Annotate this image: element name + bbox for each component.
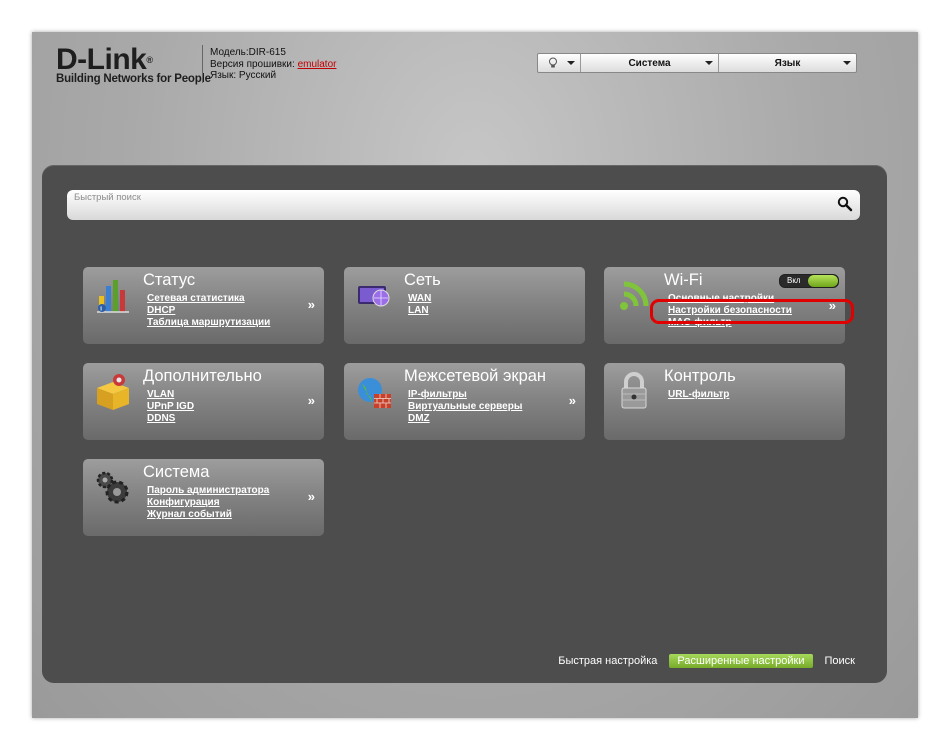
chevron-down-icon bbox=[705, 61, 713, 65]
hints-dropdown[interactable] bbox=[538, 54, 581, 72]
chevron-right-icon[interactable]: » bbox=[569, 393, 576, 408]
link-upnp-igd[interactable]: UPnP IGD bbox=[147, 401, 194, 413]
link-ip-filters[interactable]: IP-фильтры bbox=[408, 389, 522, 401]
tile-system-links: Пароль администратора Конфигурация Журна… bbox=[147, 485, 269, 522]
router-ui-frame: D-Link® Building Networks for People Мод… bbox=[32, 32, 918, 718]
tile-network-links: WAN LAN bbox=[408, 293, 431, 317]
link-admin-password[interactable]: Пароль администратора bbox=[147, 485, 269, 497]
tile-control-title: Контроль bbox=[664, 367, 736, 385]
bottom-nav: Быстрая настройка Расширенные настройки … bbox=[546, 654, 855, 668]
link-event-log[interactable]: Журнал событий bbox=[147, 509, 269, 521]
tile-firewall[interactable]: Межсетевой экран IP-фильтры Виртуальные … bbox=[344, 363, 585, 440]
device-info: Модель:DIR-615 Версия прошивки: emulator… bbox=[210, 47, 336, 82]
quick-setup-link[interactable]: Быстрая настройка bbox=[558, 655, 657, 667]
link-dhcp[interactable]: DHCP bbox=[147, 305, 270, 317]
language-menu-label: Язык bbox=[774, 57, 801, 69]
system-menu[interactable]: Система bbox=[581, 54, 719, 72]
security-settings-highlight bbox=[650, 299, 854, 324]
link-url-filter[interactable]: URL-фильтр bbox=[668, 389, 729, 401]
chevron-down-icon bbox=[567, 61, 575, 65]
lightbulb-icon bbox=[549, 57, 557, 68]
padlock-icon bbox=[621, 372, 647, 409]
system-menu-label: Система bbox=[628, 57, 671, 69]
box-icon bbox=[97, 374, 129, 410]
link-ddns[interactable]: DDNS bbox=[147, 413, 194, 425]
logo-registered-mark: ® bbox=[146, 55, 153, 65]
quick-search-input[interactable]: Быстрый поиск bbox=[67, 190, 860, 220]
wifi-toggle-knob bbox=[808, 275, 838, 287]
tile-firewall-title: Межсетевой экран bbox=[404, 367, 547, 385]
advanced-settings-button[interactable]: Расширенные настройки bbox=[669, 654, 813, 668]
model-label: Модель:DIR-615 bbox=[210, 47, 286, 58]
language-menu[interactable]: Язык bbox=[719, 54, 856, 72]
tile-advanced-links: VLAN UPnP IGD DDNS bbox=[147, 389, 194, 426]
link-network-statistics[interactable]: Сетевая статистика bbox=[147, 293, 270, 305]
chevron-right-icon[interactable]: » bbox=[308, 393, 315, 408]
link-routing-table[interactable]: Таблица маршрутизации bbox=[147, 317, 270, 329]
link-configuration[interactable]: Конфигурация bbox=[147, 497, 269, 509]
header-divider bbox=[202, 45, 203, 83]
tile-wifi[interactable]: Wi-Fi Вкл Основные настройки Настройки б… bbox=[604, 267, 854, 344]
tile-firewall-links: IP-фильтры Виртуальные серверы DMZ bbox=[408, 389, 522, 426]
search-link[interactable]: Поиск bbox=[825, 655, 855, 667]
gears-icon bbox=[96, 471, 129, 504]
logo-text: D-Link bbox=[56, 43, 147, 76]
search-placeholder: Быстрый поиск bbox=[74, 192, 141, 203]
network-globe-icon bbox=[358, 286, 390, 307]
top-menu-bar: Система Язык bbox=[537, 53, 857, 73]
firmware-label: Версия прошивки: bbox=[210, 58, 295, 70]
firmware-value[interactable]: emulator bbox=[298, 59, 337, 70]
link-wan[interactable]: WAN bbox=[408, 293, 431, 305]
logo-tagline: Building Networks for People bbox=[56, 73, 211, 85]
link-vlan[interactable]: VLAN bbox=[147, 389, 194, 401]
chevron-right-icon[interactable]: » bbox=[308, 489, 315, 504]
tile-system[interactable]: Система Пароль администратора Конфигурац… bbox=[83, 459, 324, 536]
firewall-icon bbox=[358, 378, 391, 408]
tile-network[interactable]: Сеть WAN LAN bbox=[344, 267, 585, 344]
dlink-logo: D-Link® Building Networks for People bbox=[56, 43, 211, 86]
link-dmz[interactable]: DMZ bbox=[408, 413, 522, 425]
tile-system-title: Система bbox=[143, 463, 210, 481]
wifi-signal-icon bbox=[620, 281, 649, 310]
main-panel: Быстрый поиск i Статус Сетевая статистик… bbox=[42, 165, 887, 683]
firmware-row: Версия прошивки: emulator bbox=[210, 59, 336, 71]
tile-advanced-title: Дополнительно bbox=[143, 367, 262, 385]
tile-network-title: Сеть bbox=[404, 271, 441, 289]
tile-control-links: URL-фильтр bbox=[668, 389, 729, 401]
magnifier-icon[interactable] bbox=[837, 196, 853, 212]
tile-wifi-title: Wi-Fi bbox=[664, 271, 703, 289]
language-info: Язык: Русский bbox=[210, 70, 277, 81]
tile-advanced[interactable]: Дополнительно VLAN UPnP IGD DDNS » bbox=[83, 363, 324, 440]
chevron-down-icon bbox=[843, 61, 851, 65]
tile-status[interactable]: i Статус Сетевая статистика DHCP Таблица… bbox=[83, 267, 324, 344]
tile-control[interactable]: Контроль URL-фильтр bbox=[604, 363, 845, 440]
link-virtual-servers[interactable]: Виртуальные серверы bbox=[408, 401, 522, 413]
wifi-toggle[interactable]: Вкл bbox=[779, 274, 839, 288]
link-lan[interactable]: LAN bbox=[408, 305, 431, 317]
tile-status-title: Статус bbox=[143, 271, 196, 289]
tile-status-links: Сетевая статистика DHCP Таблица маршрути… bbox=[147, 293, 270, 330]
chevron-right-icon[interactable]: » bbox=[308, 297, 315, 312]
bar-chart-icon: i bbox=[97, 280, 129, 313]
wifi-toggle-label: Вкл bbox=[787, 276, 801, 285]
